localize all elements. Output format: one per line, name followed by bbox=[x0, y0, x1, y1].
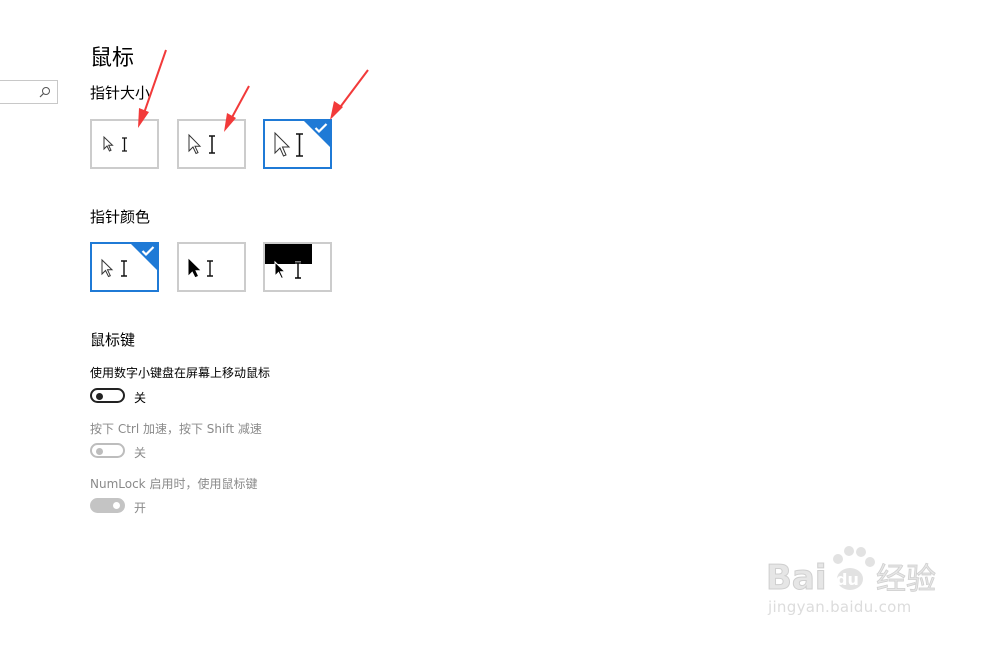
svg-text:du: du bbox=[836, 570, 859, 589]
toggle-knob bbox=[96, 392, 103, 400]
pointer-inverted-preview-icon bbox=[265, 244, 312, 280]
pointer-medium-preview-icon bbox=[188, 133, 215, 155]
toggle-knob bbox=[113, 502, 120, 509]
pointer-size-heading: 指针大小 bbox=[90, 84, 151, 102]
toggle-knob bbox=[96, 447, 103, 455]
ctrl-shift-speed-toggle[interactable] bbox=[90, 443, 125, 458]
pointer-color-white-option[interactable] bbox=[90, 242, 159, 292]
svg-text:Bai: Bai bbox=[766, 558, 827, 597]
baidu-watermark-logo: Bai du 经验 bbox=[766, 546, 936, 597]
ctrl-shift-speed-label: 按下 Ctrl 加速，按下 Shift 减速 bbox=[90, 422, 262, 436]
pointer-color-inverted-option[interactable] bbox=[263, 242, 332, 292]
page-title: 鼠标 bbox=[90, 46, 135, 71]
numlock-mouse-keys-state: 开 bbox=[134, 501, 147, 515]
pointer-size-medium-option[interactable] bbox=[177, 119, 246, 169]
checkmark-icon bbox=[314, 123, 328, 134]
watermark-url: jingyan.baidu.com bbox=[768, 598, 912, 616]
checkmark-icon bbox=[141, 246, 155, 257]
pointer-size-small-option[interactable] bbox=[90, 119, 159, 169]
pointer-color-heading: 指针颜色 bbox=[90, 208, 151, 226]
pointer-size-large-option[interactable] bbox=[263, 119, 332, 169]
search-icon bbox=[39, 87, 50, 98]
red-arrow-icon bbox=[330, 69, 369, 120]
numpad-move-label: 使用数字小键盘在屏幕上移动鼠标 bbox=[90, 366, 271, 380]
pointer-black-preview-icon bbox=[188, 258, 213, 278]
search-box[interactable] bbox=[0, 80, 58, 104]
pointer-small-preview-icon bbox=[103, 135, 127, 152]
numlock-mouse-keys-toggle[interactable] bbox=[90, 498, 125, 513]
mouse-keys-heading: 鼠标键 bbox=[90, 331, 136, 349]
numlock-mouse-keys-label: NumLock 启用时，使用鼠标键 bbox=[90, 477, 258, 491]
numpad-move-toggle[interactable] bbox=[90, 388, 125, 403]
numpad-move-state: 关 bbox=[134, 391, 147, 405]
ctrl-shift-speed-state: 关 bbox=[134, 446, 147, 460]
pointer-color-black-option[interactable] bbox=[177, 242, 246, 292]
svg-text:经验: 经验 bbox=[876, 562, 936, 597]
